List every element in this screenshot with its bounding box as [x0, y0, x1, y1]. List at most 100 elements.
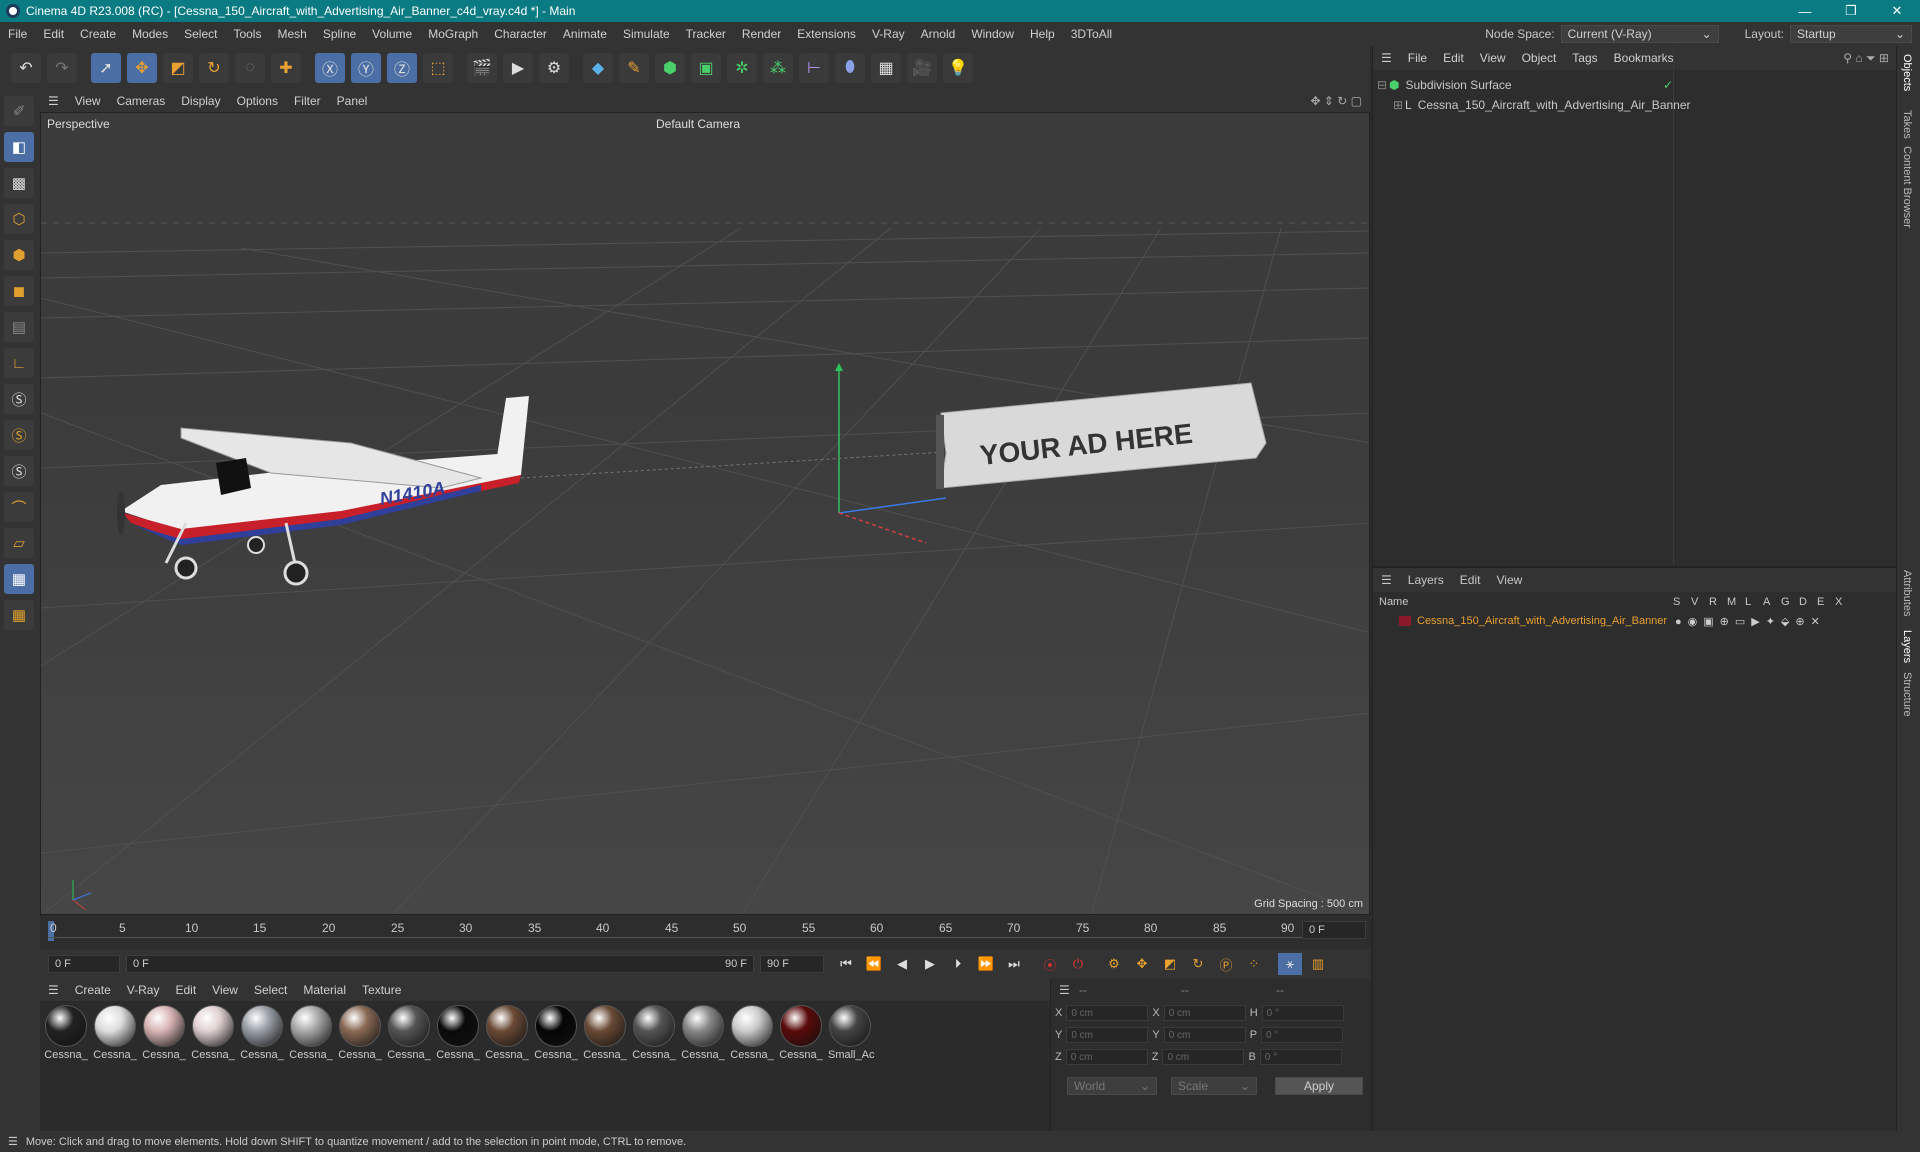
polygons-mode-icon[interactable]: ◼: [4, 276, 34, 306]
viewport-menu-display[interactable]: Display: [173, 94, 228, 108]
undo-icon[interactable]: ↶: [11, 53, 41, 83]
timeline-ruler[interactable]: 0 5 10 15 20 25 30 35 40 45 50 55 60 65 …: [40, 915, 1370, 949]
object-menu-tags[interactable]: Tags: [1564, 51, 1605, 65]
edges-mode-icon[interactable]: ⬢: [4, 240, 34, 270]
object-hamburger-icon[interactable]: ☰: [1373, 51, 1400, 65]
menu-edit[interactable]: Edit: [35, 27, 72, 41]
record-icon[interactable]: ⦿: [1038, 953, 1062, 975]
menu-tracker[interactable]: Tracker: [678, 27, 734, 41]
menu-character[interactable]: Character: [486, 27, 555, 41]
layer-toggle-icons[interactable]: ●◉▣⊕▭▶✦⬙⊕✕: [1675, 615, 1826, 628]
points-mode-icon[interactable]: ⬡: [4, 204, 34, 234]
position-z-field[interactable]: 0 cm: [1065, 1049, 1148, 1065]
menu-help[interactable]: Help: [1022, 27, 1063, 41]
key-scale-icon[interactable]: ◩: [1158, 953, 1182, 975]
material-menu-select[interactable]: Select: [246, 983, 295, 997]
menu-spline[interactable]: Spline: [315, 27, 364, 41]
play-icon[interactable]: ▶: [918, 953, 942, 975]
material-menu-create[interactable]: Create: [67, 983, 119, 997]
floor-icon[interactable]: ▦: [871, 53, 901, 83]
subdivision-icon[interactable]: ⬢: [655, 53, 685, 83]
material-hamburger-icon[interactable]: ☰: [40, 983, 67, 997]
material-swatch[interactable]: Cessna_: [583, 1005, 627, 1065]
live-select-icon[interactable]: ◌: [235, 53, 265, 83]
sphere-icon[interactable]: ⬮: [835, 53, 865, 83]
y-axis-icon[interactable]: Ⓨ: [351, 53, 381, 83]
material-swatch[interactable]: Cessna_: [240, 1005, 284, 1065]
quantize-icon[interactable]: Ⓢ: [4, 456, 34, 486]
material-swatch[interactable]: Cessna_: [142, 1005, 186, 1065]
expand-icon[interactable]: ⊞: [1393, 98, 1405, 112]
magnet-icon[interactable]: ⌒: [4, 492, 34, 522]
apply-button[interactable]: Apply: [1275, 1077, 1363, 1095]
rotate-icon[interactable]: ↻: [199, 53, 229, 83]
key-rotation-icon[interactable]: ↻: [1186, 953, 1210, 975]
scale-icon[interactable]: ◩: [163, 53, 193, 83]
material-menu-material[interactable]: Material: [295, 983, 354, 997]
menu-simulate[interactable]: Simulate: [615, 27, 678, 41]
material-menu-texture[interactable]: Texture: [354, 983, 409, 997]
side-tab-takes[interactable]: Takes: [1901, 110, 1913, 139]
prev-key-icon[interactable]: ⏪: [862, 953, 886, 975]
key-pla-icon[interactable]: ⁘: [1242, 953, 1266, 975]
side-tab-layers[interactable]: Layers: [1901, 630, 1913, 663]
object-row-subdivision[interactable]: ⊟ ⬢ Subdivision Surface: [1373, 76, 1673, 94]
material-swatch[interactable]: Cessna_: [338, 1005, 382, 1065]
layer-menu-edit[interactable]: Edit: [1452, 573, 1489, 587]
menu-mograph[interactable]: MoGraph: [420, 27, 486, 41]
side-tab-structure[interactable]: Structure: [1901, 672, 1913, 717]
next-key-icon[interactable]: ⏩: [974, 953, 998, 975]
menu-mesh[interactable]: Mesh: [269, 27, 314, 41]
x-axis-icon[interactable]: Ⓧ: [315, 53, 345, 83]
viewport-menu-options[interactable]: Options: [229, 94, 286, 108]
go-to-end-icon[interactable]: ⏭: [1002, 953, 1026, 975]
key-position-icon[interactable]: ✥: [1130, 953, 1154, 975]
grid-icon[interactable]: ▦: [4, 564, 34, 594]
menu-arnold[interactable]: Arnold: [913, 27, 964, 41]
menu-tools[interactable]: Tools: [225, 27, 269, 41]
material-swatch[interactable]: Cessna_: [44, 1005, 88, 1065]
viewport-menu-panel[interactable]: Panel: [329, 94, 376, 108]
object-menu-view[interactable]: View: [1472, 51, 1514, 65]
size-x-field[interactable]: 0 cm: [1163, 1005, 1246, 1021]
texture-mode-icon[interactable]: ▩: [4, 168, 34, 198]
layer-menu-view[interactable]: View: [1488, 573, 1530, 587]
frame-range-slider[interactable]: 0 F 90 F: [126, 955, 754, 973]
rotation-b-field[interactable]: 0 °: [1259, 1049, 1342, 1065]
menu-extensions[interactable]: Extensions: [789, 27, 864, 41]
material-swatch[interactable]: Small_Ac: [828, 1005, 874, 1065]
object-search-icons[interactable]: ⚲ ⌂ ⏷ ⊞: [1843, 51, 1889, 66]
object-menu-bookmarks[interactable]: Bookmarks: [1606, 51, 1682, 65]
material-swatch[interactable]: Cessna_: [436, 1005, 480, 1065]
object-menu-file[interactable]: File: [1400, 51, 1435, 65]
end-frame-field[interactable]: 90 F: [760, 955, 824, 973]
material-menu-edit[interactable]: Edit: [167, 983, 204, 997]
render-region-icon[interactable]: 🎬: [467, 53, 497, 83]
cube-icon[interactable]: ◆: [583, 53, 613, 83]
menu-render[interactable]: Render: [734, 27, 789, 41]
size-y-field[interactable]: 0 cm: [1163, 1027, 1246, 1043]
minimize-button[interactable]: —: [1782, 0, 1828, 22]
next-frame-icon[interactable]: ⏵: [946, 953, 970, 975]
menu-file[interactable]: File: [0, 27, 35, 41]
material-swatch[interactable]: Cessna_: [387, 1005, 431, 1065]
menu-window[interactable]: Window: [963, 27, 1022, 41]
autokey-icon[interactable]: ⏻: [1066, 953, 1090, 975]
viewport-nav-icons[interactable]: ✥ ⇕ ↻ ▢: [1310, 94, 1362, 108]
array-icon[interactable]: ⁂: [763, 53, 793, 83]
object-menu-object[interactable]: Object: [1514, 51, 1565, 65]
restore-button[interactable]: ❐: [1828, 0, 1874, 22]
menu-animate[interactable]: Animate: [555, 27, 615, 41]
render-settings-icon[interactable]: ⚙: [539, 53, 569, 83]
viewport-menu-view[interactable]: View: [67, 94, 109, 108]
enabled-check-icon[interactable]: ✓: [1663, 78, 1673, 92]
status-hamburger-icon[interactable]: ☰: [0, 1135, 26, 1148]
layer-row[interactable]: Cessna_150_Aircraft_with_Advertising_Air…: [1373, 612, 1897, 630]
redo-icon[interactable]: ↷: [47, 53, 77, 83]
menu-select[interactable]: Select: [176, 27, 225, 41]
rotation-h-field[interactable]: 0 °: [1261, 1005, 1344, 1021]
menu-3dtoall[interactable]: 3DToAll: [1063, 27, 1120, 41]
rotation-p-field[interactable]: 0 °: [1261, 1027, 1344, 1043]
material-swatch[interactable]: Cessna_: [534, 1005, 578, 1065]
layer-menu-layers[interactable]: Layers: [1400, 573, 1452, 587]
